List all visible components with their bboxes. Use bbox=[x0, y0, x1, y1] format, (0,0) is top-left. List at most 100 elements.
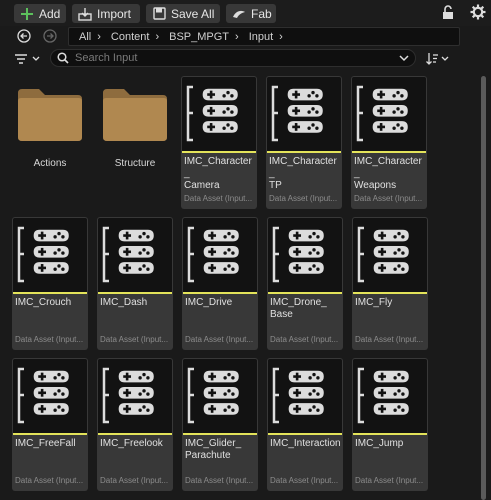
input-mapping-context-icon bbox=[272, 367, 326, 424]
save-all-button[interactable]: Save All bbox=[146, 4, 220, 23]
folder-name: Structure bbox=[114, 158, 156, 169]
add-label: Add bbox=[39, 6, 61, 21]
import-label: Import bbox=[97, 6, 132, 21]
asset-name: IMC_FreeFall bbox=[15, 438, 76, 449]
asset-type: Data Asset (Input... bbox=[185, 476, 254, 485]
asset-type: Data Asset (Input... bbox=[355, 335, 424, 344]
asset-type: Data Asset (Input... bbox=[269, 194, 338, 203]
folder-icon bbox=[103, 89, 167, 141]
breadcrumb-item-content[interactable]: Content bbox=[101, 31, 156, 43]
fab-icon bbox=[232, 7, 246, 21]
asset-tile[interactable]: IMC_Crouch Data Asset (Input... bbox=[12, 217, 88, 350]
asset-name: IMC_Interaction bbox=[270, 438, 341, 449]
sort-icon[interactable] bbox=[425, 51, 451, 67]
breadcrumb-item-input[interactable]: Input bbox=[239, 31, 279, 43]
asset-type-color-bar bbox=[13, 433, 87, 435]
asset-type: Data Asset (Input... bbox=[100, 476, 169, 485]
asset-name: IMC_Character_ Weapons bbox=[354, 156, 422, 191]
breadcrumb-item-bsp-mpgt[interactable]: BSP_MPGT bbox=[159, 31, 235, 43]
input-mapping-context-icon bbox=[102, 367, 156, 424]
asset-type-color-bar bbox=[183, 433, 257, 435]
asset-type: Data Asset (Input... bbox=[355, 476, 424, 485]
asset-thumbnail bbox=[183, 359, 257, 433]
asset-type-color-bar bbox=[353, 433, 427, 435]
settings-gear-icon[interactable] bbox=[470, 4, 486, 20]
asset-tile[interactable]: IMC_Character_ TP Data Asset (Input... bbox=[266, 76, 342, 209]
forward-arrow-icon[interactable] bbox=[43, 29, 57, 43]
search-icon bbox=[57, 52, 69, 64]
chevron-down-icon[interactable] bbox=[399, 53, 409, 66]
asset-thumbnail bbox=[98, 359, 172, 433]
asset-tile[interactable]: IMC_FreeFall Data Asset (Input... bbox=[12, 358, 88, 491]
input-mapping-context-icon bbox=[356, 85, 410, 142]
breadcrumb-separator: › bbox=[279, 30, 283, 43]
input-mapping-context-icon bbox=[186, 85, 240, 142]
breadcrumb-item-all[interactable]: All bbox=[69, 31, 97, 43]
asset-tile[interactable]: IMC_Drive Data Asset (Input... bbox=[182, 217, 258, 350]
input-mapping-context-icon bbox=[17, 226, 71, 283]
asset-name: IMC_Character_ Camera bbox=[184, 156, 252, 191]
asset-type: Data Asset (Input... bbox=[100, 335, 169, 344]
asset-type-color-bar bbox=[13, 292, 87, 294]
folder-tile[interactable]: Structure bbox=[97, 76, 173, 209]
fab-button[interactable]: Fab bbox=[226, 4, 276, 23]
asset-thumbnail bbox=[13, 359, 87, 433]
back-arrow-icon[interactable] bbox=[17, 29, 31, 43]
lock-icon[interactable] bbox=[441, 5, 455, 20]
asset-type: Data Asset (Input... bbox=[270, 335, 339, 344]
asset-thumbnail bbox=[182, 77, 256, 151]
asset-type-color-bar bbox=[267, 151, 341, 153]
asset-tile[interactable]: IMC_Character_ Camera Data Asset (Input... bbox=[181, 76, 257, 209]
asset-type-color-bar bbox=[183, 292, 257, 294]
asset-tile[interactable]: IMC_Drone_ Base Data Asset (Input... bbox=[267, 217, 343, 350]
asset-name: IMC_Crouch bbox=[15, 297, 72, 308]
asset-name: IMC_Fly bbox=[355, 297, 393, 308]
asset-name: IMC_Drone_ Base bbox=[270, 297, 327, 320]
input-mapping-context-icon bbox=[272, 226, 326, 283]
asset-tile[interactable]: IMC_Jump Data Asset (Input... bbox=[352, 358, 428, 491]
scrollbar[interactable] bbox=[481, 76, 486, 500]
asset-thumbnail bbox=[267, 77, 341, 151]
asset-type: Data Asset (Input... bbox=[15, 335, 84, 344]
filter-icon[interactable] bbox=[14, 52, 42, 66]
asset-type-color-bar bbox=[352, 151, 426, 153]
input-mapping-context-icon bbox=[357, 367, 411, 424]
asset-type-color-bar bbox=[268, 292, 342, 294]
asset-type-color-bar bbox=[353, 292, 427, 294]
input-mapping-context-icon bbox=[187, 226, 241, 283]
add-button[interactable]: Add bbox=[14, 4, 66, 23]
asset-name: IMC_Character_ TP bbox=[269, 156, 337, 191]
asset-tile[interactable]: IMC_Glider_ Parachute Data Asset (Input... bbox=[182, 358, 258, 491]
asset-name: IMC_Jump bbox=[355, 438, 404, 449]
asset-name: IMC_Freelook bbox=[100, 438, 163, 449]
asset-thumbnail bbox=[268, 359, 342, 433]
asset-name: IMC_Glider_ Parachute bbox=[185, 438, 242, 461]
folder-tile[interactable]: Actions bbox=[12, 76, 88, 209]
asset-type: Data Asset (Input... bbox=[15, 476, 84, 485]
save-all-label: Save All bbox=[171, 6, 215, 21]
asset-tile[interactable]: IMC_Freelook Data Asset (Input... bbox=[97, 358, 173, 491]
asset-thumbnail bbox=[183, 218, 257, 292]
asset-tile[interactable]: IMC_Character_ Weapons Data Asset (Input..… bbox=[351, 76, 427, 209]
breadcrumb: All › Content › BSP_MPGT › Input › bbox=[68, 27, 460, 46]
asset-tile[interactable]: IMC_Fly Data Asset (Input... bbox=[352, 217, 428, 350]
asset-type-color-bar bbox=[182, 151, 256, 153]
folder-name: Actions bbox=[33, 158, 67, 169]
asset-thumbnail bbox=[98, 218, 172, 292]
input-mapping-context-icon bbox=[102, 226, 156, 283]
search-placeholder: Search Input bbox=[75, 52, 138, 64]
input-mapping-context-icon bbox=[187, 367, 241, 424]
save-icon bbox=[152, 7, 166, 21]
asset-type-color-bar bbox=[268, 433, 342, 435]
asset-thumbnail bbox=[13, 218, 87, 292]
asset-tile[interactable]: IMC_Dash Data Asset (Input... bbox=[97, 217, 173, 350]
asset-grid: Actions Structure IMC_Character_ Camera Data… bbox=[0, 76, 480, 500]
folder-icon bbox=[18, 89, 82, 141]
import-button[interactable]: Import bbox=[72, 4, 140, 23]
import-icon bbox=[78, 7, 92, 21]
search-input[interactable]: Search Input bbox=[50, 49, 416, 67]
asset-tile[interactable]: IMC_Interaction Data Asset (Input... bbox=[267, 358, 343, 491]
asset-type: Data Asset (Input... bbox=[354, 194, 423, 203]
asset-thumbnail bbox=[268, 218, 342, 292]
asset-type-color-bar bbox=[98, 292, 172, 294]
